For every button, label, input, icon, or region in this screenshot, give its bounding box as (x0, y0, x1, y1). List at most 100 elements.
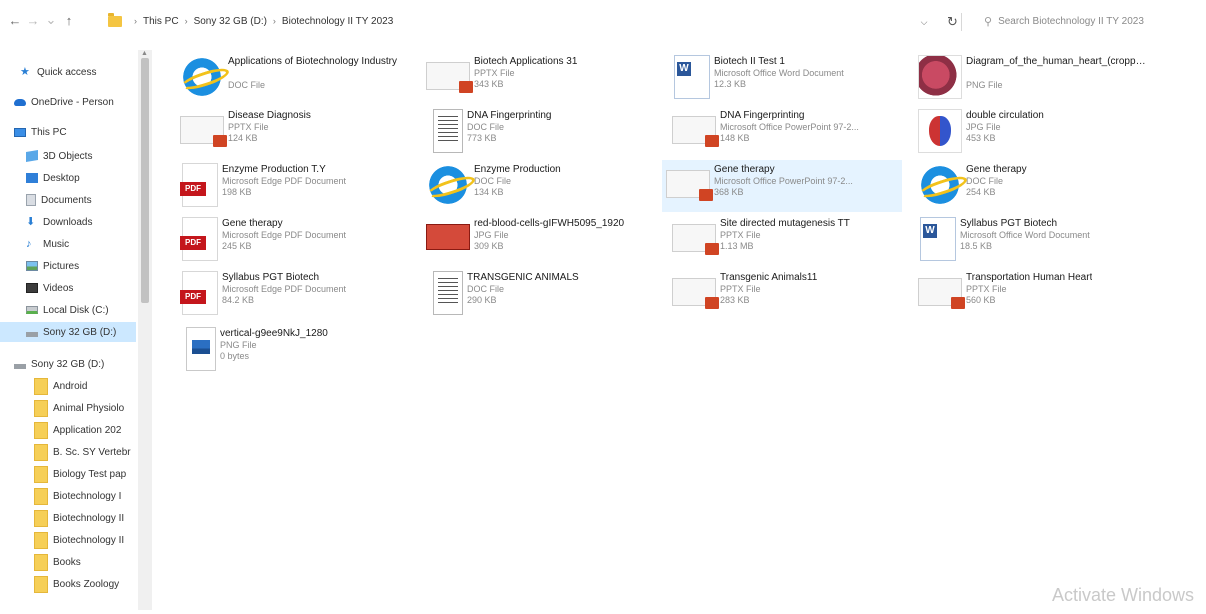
file-item[interactable]: Enzyme Production T.Y Microsoft Edge PDF… (176, 160, 416, 212)
sidebar-item-label: Sony 32 GB (D:) (31, 358, 105, 370)
pdf-icon (180, 271, 218, 315)
sidebar-item-label: Sony 32 GB (D:) (43, 326, 117, 338)
sidebar-item-folder[interactable]: Application 202 (0, 420, 140, 440)
breadcrumb-current-folder[interactable]: Biotechnology II TY 2023 (282, 16, 393, 27)
powerpoint-icon (672, 278, 719, 309)
word-icon (920, 217, 956, 261)
doc-icon (433, 109, 463, 153)
file-size: 773 KB (467, 133, 497, 143)
file-type: PNG File (220, 340, 257, 350)
sidebar-item-label: Videos (43, 282, 74, 294)
usb-drive-icon (14, 363, 26, 369)
file-item[interactable]: Applications of Biotechnology Industry D… (176, 52, 416, 104)
file-item-selected[interactable]: Gene therapy Microsoft Office PowerPoint… (662, 160, 902, 212)
sidebar-item-folder[interactable]: Android (0, 376, 140, 396)
sidebar-item-label: Local Disk (C:) (43, 304, 109, 316)
sidebar-item-folder[interactable]: Books (0, 552, 140, 572)
sidebar-scrollbar[interactable]: ▲ (138, 50, 152, 610)
chevron-right-icon: › (134, 16, 137, 26)
file-item[interactable]: DNA Fingerprinting DOC File 773 KB (422, 106, 662, 158)
sidebar-item-3d-objects[interactable]: 3D Objects (0, 146, 140, 166)
recent-locations-icon[interactable]: ⌄ (42, 9, 60, 31)
file-item[interactable]: Enzyme Production DOC File 134 KB (422, 160, 662, 212)
file-type: Microsoft Edge PDF Document (222, 230, 347, 240)
powerpoint-icon (918, 278, 965, 309)
sidebar-item-label: Application 202 (53, 424, 122, 436)
sidebar-item-this-pc[interactable]: This PC (0, 122, 140, 142)
folder-icon (108, 12, 122, 27)
sidebar-item-desktop[interactable]: Desktop (0, 168, 140, 188)
sidebar-item-videos[interactable]: Videos (0, 278, 140, 298)
address-dropdown-icon[interactable]: ⌵ (916, 14, 932, 30)
sidebar-item-pictures[interactable]: Pictures (0, 256, 140, 276)
scrollbar-thumb[interactable] (141, 58, 149, 303)
usb-drive-icon (26, 331, 38, 337)
search-placeholder: Search Biotechnology II TY 2023 (998, 15, 1144, 27)
sidebar-item-folder[interactable]: B. Sc. SY Vertebr (0, 442, 140, 462)
file-type: DOC File (474, 176, 512, 186)
desktop-icon (26, 173, 38, 183)
file-size: 18.5 KB (960, 241, 993, 251)
file-name: Diagram_of_the_human_heart_(cropped).svg (966, 56, 1148, 67)
file-item[interactable]: red-blood-cells-gIFWH5095_1920 JPG File … (422, 214, 662, 266)
jpg-icon (426, 224, 470, 250)
forward-arrow-icon[interactable]: → (24, 9, 42, 31)
sidebar-item-folder[interactable]: Biotechnology II (0, 530, 140, 550)
file-item[interactable]: Transportation Human Heart PPTX File 560… (914, 268, 1154, 320)
sidebar-item-sony-drive-root[interactable]: Sony 32 GB (D:) (0, 354, 140, 374)
file-size: 368 KB (714, 187, 744, 197)
search-input[interactable]: ⚲ Search Biotechnology II TY 2023 (972, 10, 1200, 32)
file-size: 0 bytes (220, 351, 250, 361)
refresh-icon[interactable]: ↻ (944, 13, 962, 31)
file-item[interactable]: vertical-g9ee9NkJ_1280 PNG File 0 bytes (176, 324, 416, 376)
sidebar-item-label: 3D Objects (43, 150, 93, 162)
sidebar-item-folder[interactable]: Animal Physiolo (0, 398, 140, 418)
file-item[interactable]: Transgenic Animals11 PPTX File 283 KB (668, 268, 908, 320)
file-item[interactable]: Disease Diagnosis PPTX File 124 KB (176, 106, 416, 158)
sidebar-item-local-disk[interactable]: Local Disk (C:) (0, 300, 140, 320)
file-item[interactable]: Gene therapy DOC File 254 KB (914, 160, 1154, 212)
file-item[interactable]: Gene therapy Microsoft Edge PDF Document… (176, 214, 416, 266)
powerpoint-icon (672, 116, 719, 147)
sidebar-item-downloads[interactable]: ⬇ Downloads (0, 212, 140, 232)
file-type: JPG File (474, 230, 509, 240)
file-size: 283 KB (720, 295, 750, 305)
file-name: Disease Diagnosis (228, 110, 311, 121)
sidebar-item-folder[interactable]: Biotechnology I (0, 486, 140, 506)
scroll-up-icon[interactable]: ▲ (141, 50, 148, 57)
powerpoint-icon (672, 224, 719, 255)
file-item[interactable]: DNA Fingerprinting Microsoft Office Powe… (668, 106, 908, 158)
breadcrumb-this-pc[interactable]: This PC (143, 16, 179, 27)
file-size: 84.2 KB (222, 295, 255, 305)
file-item[interactable]: Biotech II Test 1 Microsoft Office Word … (668, 52, 908, 104)
sidebar-item-onedrive[interactable]: OneDrive - Person (0, 92, 140, 112)
address-bar[interactable]: › This PC › Sony 32 GB (D:) › Biotechnol… (104, 10, 912, 32)
file-name: Site directed mutagenesis TT (720, 218, 850, 229)
breadcrumb-drive[interactable]: Sony 32 GB (D:) (194, 16, 267, 27)
search-icon: ⚲ (984, 15, 993, 28)
file-item[interactable]: Diagram_of_the_human_heart_(cropped).svg… (914, 52, 1154, 104)
file-item[interactable]: double circulation JPG File 453 KB (914, 106, 1154, 158)
sidebar-item-sony-drive[interactable]: Sony 32 GB (D:) (0, 322, 136, 342)
file-list: Applications of Biotechnology Industry D… (170, 40, 1206, 614)
disk-icon (26, 306, 38, 314)
folder-icon (34, 553, 48, 571)
sidebar-item-folder[interactable]: Biology Test pap (0, 464, 140, 484)
sidebar-item-documents[interactable]: Documents (0, 190, 140, 210)
file-size: 1.13 MB (720, 241, 754, 251)
sidebar-item-music[interactable]: ♪ Music (0, 234, 140, 254)
sidebar-item-label: Quick access (37, 66, 97, 78)
sidebar-item-folder[interactable]: Biotechnology II (0, 508, 140, 528)
file-item[interactable]: Syllabus PGT Biotech Microsoft Edge PDF … (176, 268, 416, 320)
file-size: 453 KB (966, 133, 996, 143)
sidebar-item-quick-access[interactable]: ★ Quick access (0, 62, 140, 82)
back-arrow-icon[interactable]: ← (6, 9, 24, 31)
file-item[interactable]: Biotech Applications 31 PPTX File 343 KB (422, 52, 662, 104)
file-item[interactable]: Site directed mutagenesis TT PPTX File 1… (668, 214, 908, 266)
file-item[interactable]: Syllabus PGT Biotech Microsoft Office Wo… (914, 214, 1154, 266)
sidebar-item-folder[interactable]: Books Zoology (0, 574, 140, 594)
documents-icon (26, 194, 36, 206)
file-item[interactable]: TRANSGENIC ANIMALS DOC File 290 KB (422, 268, 662, 320)
up-arrow-icon[interactable]: ↑ (60, 9, 78, 31)
heart-image-icon (918, 55, 962, 99)
